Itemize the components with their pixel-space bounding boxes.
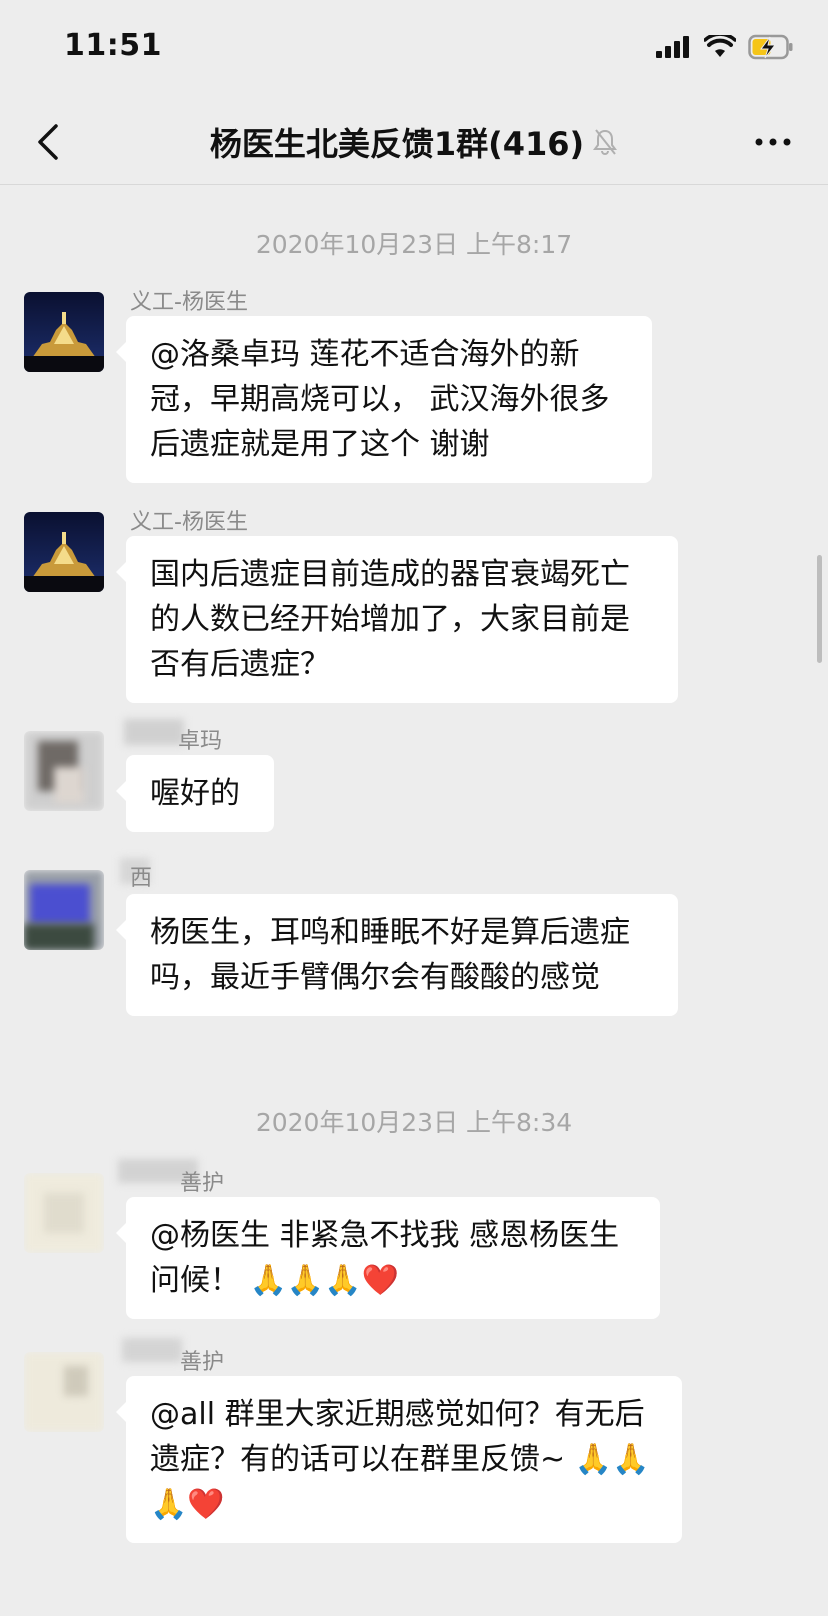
sender-name-redaction xyxy=(124,719,184,745)
avatar[interactable] xyxy=(24,292,104,372)
more-button[interactable] xyxy=(748,114,798,170)
avatar[interactable] xyxy=(24,1352,104,1432)
timestamp: 2020年10月23日 上午8:17 xyxy=(255,230,573,259)
battery-charging-icon xyxy=(748,34,793,60)
chat-title-group: 杨医生北美反馈1群(416) xyxy=(0,114,828,170)
avatar[interactable] xyxy=(24,731,104,811)
message-bubble[interactable]: 喔好的 xyxy=(116,755,274,832)
avatar-blur-block xyxy=(44,1193,84,1233)
sender-name-redaction xyxy=(122,1338,182,1362)
avatar[interactable] xyxy=(24,1173,104,1253)
message-bubble[interactable]: 国内后遗症目前造成的器官衰竭死亡的人数已经开始增加了，大家目前是否有后遗症？ xyxy=(116,536,678,703)
chat-title: 杨医生北美反馈1群(416) xyxy=(209,125,585,163)
chat-header: 杨医生北美反馈1群(416) xyxy=(0,100,828,185)
scrollbar-thumb[interactable] xyxy=(817,555,822,663)
sender-name: 善护 xyxy=(180,1171,225,1196)
avatar-blur-block xyxy=(64,1366,88,1396)
wifi-icon xyxy=(704,35,736,57)
avatar-night-temple-image xyxy=(24,512,104,592)
message-bubble[interactable]: @洛桑卓玛 莲花不适合海外的新冠，早期高烧可以， 武汉海外很多后遗症就是用了这个… xyxy=(116,316,652,483)
avatar-blur-block xyxy=(30,884,90,924)
status-icons xyxy=(656,34,794,60)
message-bubble[interactable]: @all 群里大家近期感觉如何？有无后遗症？有的话可以在群里反馈~ 🙏🙏🙏❤️ xyxy=(116,1376,682,1543)
message-text: @洛桑卓玛 莲花不适合海外的新冠，早期高烧可以， 武汉海外很多后遗症就是用了这个… xyxy=(150,337,610,462)
more-dots-icon xyxy=(755,138,791,146)
status-time: 11:51 xyxy=(64,28,162,63)
sender-name: 义工-杨医生 xyxy=(130,290,248,315)
status-bar: 11:51 xyxy=(0,0,828,100)
message-text: @杨医生 非紧急不找我 感恩杨医生问候！ 🙏🙏🙏❤️ xyxy=(150,1218,620,1298)
message-text: 杨医生，耳鸣和睡眠不好是算后遗症吗，最近手臂偶尔会有酸酸的感觉 xyxy=(150,915,630,995)
avatar-blur-block xyxy=(54,767,84,803)
message-list[interactable]: 2020年10月23日 上午8:17 义工-杨医生 @洛桑卓玛 莲花不适合海外的… xyxy=(0,185,828,1616)
sender-name: 卓玛 xyxy=(178,729,223,754)
avatar-night-temple-image xyxy=(24,292,104,372)
sender-name: 善护 xyxy=(180,1350,225,1375)
avatar-blur-block xyxy=(24,924,94,950)
avatar[interactable] xyxy=(24,512,104,592)
mute-bell-icon xyxy=(593,129,618,155)
sender-name: 西 xyxy=(130,866,153,891)
message-text: @all 群里大家近期感觉如何？有无后遗症？有的话可以在群里反馈~ 🙏🙏🙏❤️ xyxy=(150,1397,650,1522)
timestamp: 2020年10月23日 上午8:34 xyxy=(255,1108,573,1137)
message-text: 国内后遗症目前造成的器官衰竭死亡的人数已经开始增加了，大家目前是否有后遗症？ xyxy=(150,557,630,682)
sender-name: 义工-杨医生 xyxy=(130,510,248,535)
message-bubble[interactable]: 杨医生，耳鸣和睡眠不好是算后遗症吗，最近手臂偶尔会有酸酸的感觉 xyxy=(116,894,678,1016)
message-text: 喔好的 xyxy=(150,776,240,811)
signal-icon xyxy=(656,36,689,58)
message-bubble[interactable]: @杨医生 非紧急不找我 感恩杨医生问候！ 🙏🙏🙏❤️ xyxy=(116,1197,660,1319)
avatar[interactable] xyxy=(24,870,104,950)
